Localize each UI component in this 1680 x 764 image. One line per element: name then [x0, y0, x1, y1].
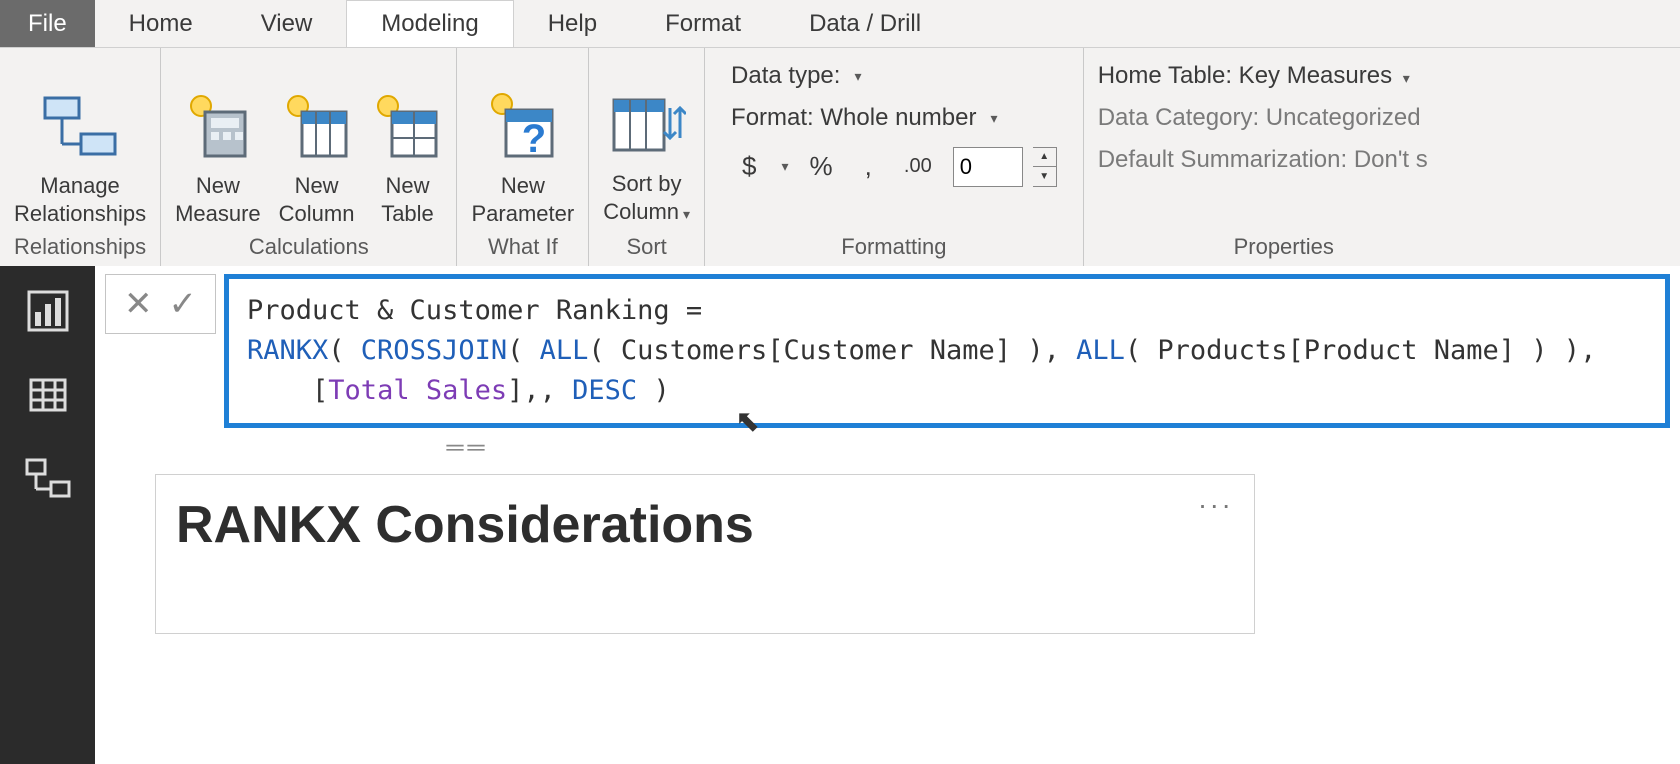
dax-table-1: Customers[Customer Name] — [621, 335, 1011, 366]
currency-dropdown[interactable]: ▾ — [782, 158, 789, 175]
tab-data-drill[interactable]: Data / Drill — [775, 0, 955, 47]
sort-by-column-icon — [608, 80, 686, 170]
formula-commit-button[interactable]: ✓ — [169, 284, 198, 324]
ribbon: Manage Relationships Relationships New M… — [0, 48, 1680, 266]
dax-table-2: Products[Product Name] — [1157, 335, 1515, 366]
new-measure-label: New Measure — [175, 172, 261, 228]
tab-help[interactable]: Help — [514, 0, 631, 47]
dax-measure: Total Sales — [328, 375, 507, 406]
tab-home[interactable]: Home — [95, 0, 227, 47]
new-parameter-icon: ? — [484, 82, 562, 172]
manage-relationships-icon — [41, 82, 119, 172]
visual-card[interactable]: ... RANKX Considerations — [155, 474, 1255, 634]
data-type-dropdown[interactable]: ▾ — [854, 68, 861, 85]
model-icon — [25, 458, 71, 500]
comma-button[interactable]: , — [854, 146, 883, 187]
percent-button[interactable]: % — [799, 146, 844, 187]
chevron-down-icon: ▾ — [1403, 70, 1410, 86]
group-properties-label: Properties — [1234, 228, 1334, 260]
tab-view[interactable]: View — [227, 0, 347, 47]
group-calculations: New Measure New Column New Table Calcula… — [161, 48, 457, 266]
decimal-places-input[interactable] — [953, 147, 1023, 187]
data-type-label: Data type: — [731, 62, 840, 90]
spinner-down-icon[interactable]: ▼ — [1033, 167, 1056, 186]
visual-title: RANKX Considerations — [176, 495, 1234, 555]
decimal-places-spinner[interactable]: ▲ ▼ — [1033, 147, 1057, 187]
new-parameter-button[interactable]: ? New Parameter — [467, 82, 578, 228]
group-whatif-label: What If — [488, 228, 558, 260]
chevron-down-icon: ▾ — [683, 206, 690, 222]
currency-button[interactable]: $ — [731, 146, 767, 187]
dax-all-1: ALL — [540, 335, 589, 366]
formula-bar-row: ✕ ✓ Product & Customer Ranking = RANKX( … — [95, 266, 1680, 428]
table-icon — [27, 374, 69, 416]
new-measure-button[interactable]: New Measure — [171, 82, 265, 228]
new-column-button[interactable]: New Column — [275, 82, 359, 228]
visual-options-button[interactable]: ... — [1199, 483, 1234, 515]
group-properties: Home Table: Key Measures ▾ Data Category… — [1084, 48, 1484, 266]
dax-crossjoin: CROSSJOIN — [361, 335, 507, 366]
left-nav — [0, 266, 95, 764]
formula-cancel-button[interactable]: ✕ — [124, 284, 153, 324]
decimal-button[interactable]: .00 — [893, 150, 943, 183]
formula-resize-grip[interactable]: ══ — [0, 434, 1260, 462]
home-table-dropdown[interactable]: Home Table: Key Measures ▾ — [1098, 62, 1470, 90]
nav-data-view[interactable] — [23, 370, 73, 420]
menu-tabs: File Home View Modeling Help Format Data… — [0, 0, 1680, 48]
new-table-label: New Table — [381, 172, 434, 228]
svg-text:?: ? — [522, 117, 546, 161]
group-formatting-label: Formatting — [841, 228, 946, 260]
formula-text: Product & Customer Ranking = — [247, 295, 702, 326]
format-dropdown[interactable]: ▾ — [990, 110, 997, 127]
sort-by-column-button[interactable]: Sort by Column▾ — [599, 80, 694, 228]
bar-chart-icon — [27, 290, 69, 332]
group-relationships-label: Relationships — [14, 228, 146, 260]
group-formatting: Data type: ▾ Format: Whole number ▾ $ ▾ … — [705, 48, 1084, 266]
tab-format[interactable]: Format — [631, 0, 775, 47]
group-sort: Sort by Column▾ Sort — [589, 48, 705, 266]
tab-modeling[interactable]: Modeling — [346, 0, 513, 47]
default-summarization-dropdown[interactable]: Default Summarization: Don't s — [1098, 146, 1470, 174]
group-calculations-label: Calculations — [249, 228, 369, 260]
new-measure-icon — [183, 82, 253, 172]
canvas-area: ✕ ✓ Product & Customer Ranking = RANKX( … — [95, 266, 1680, 764]
formula-editor[interactable]: Product & Customer Ranking = RANKX( CROS… — [224, 274, 1670, 428]
manage-relationships-button[interactable]: Manage Relationships — [10, 82, 150, 228]
new-column-label: New Column — [279, 172, 355, 228]
tab-file[interactable]: File — [0, 0, 95, 47]
dax-rankx: RANKX — [247, 335, 328, 366]
new-table-button[interactable]: New Table — [368, 82, 446, 228]
new-table-icon — [372, 82, 442, 172]
sort-by-column-label: Sort by Column▾ — [603, 170, 690, 228]
format-label: Format: Whole number — [731, 104, 976, 132]
dax-all-2: ALL — [1076, 335, 1125, 366]
spinner-up-icon[interactable]: ▲ — [1033, 148, 1056, 168]
group-whatif: ? New Parameter What If — [457, 48, 589, 266]
new-column-icon — [282, 82, 352, 172]
group-relationships: Manage Relationships Relationships — [0, 48, 161, 266]
formula-controls: ✕ ✓ — [105, 274, 216, 334]
manage-relationships-label: Manage Relationships — [14, 172, 146, 228]
data-category-dropdown[interactable]: Data Category: Uncategorized — [1098, 104, 1470, 132]
new-parameter-label: New Parameter — [471, 172, 574, 228]
nav-report-view[interactable] — [23, 286, 73, 336]
group-sort-label: Sort — [626, 228, 666, 260]
dax-desc: DESC — [572, 375, 637, 406]
